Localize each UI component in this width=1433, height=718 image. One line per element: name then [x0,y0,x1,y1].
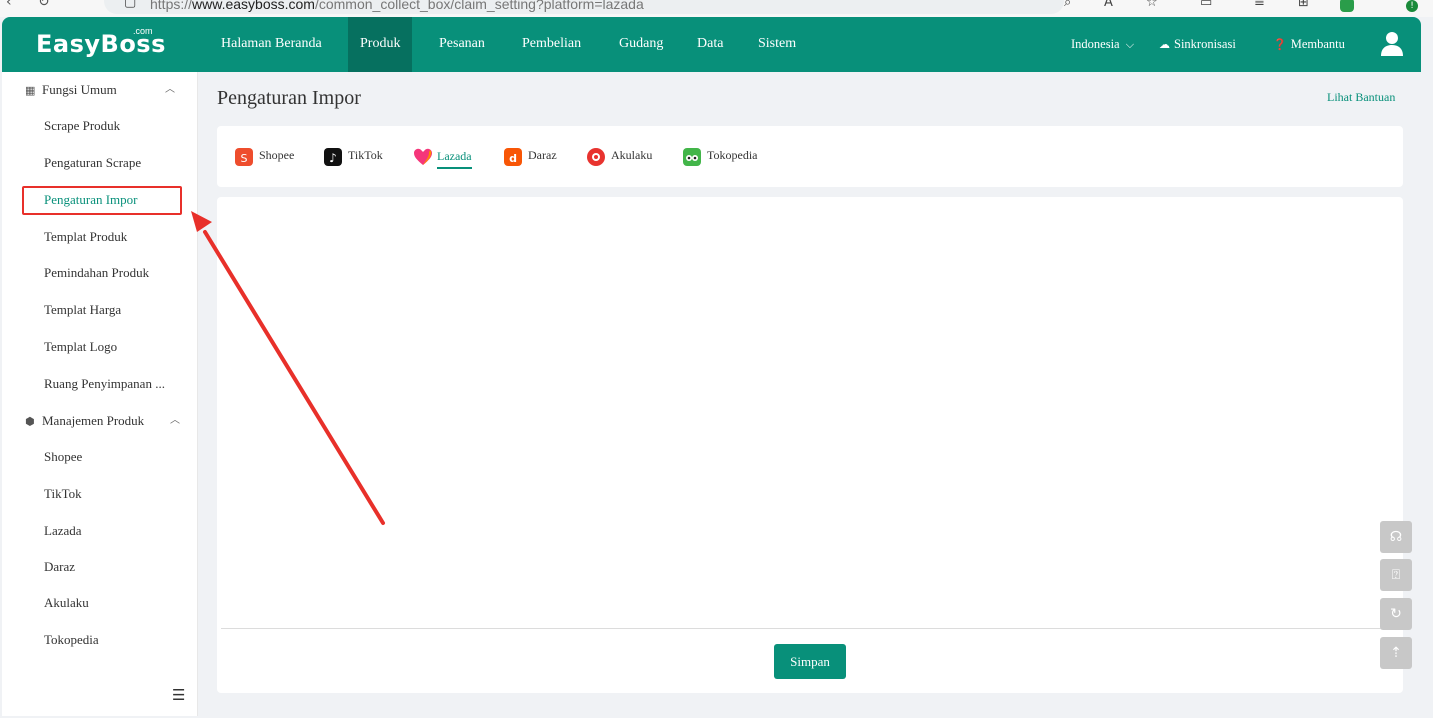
nav-data[interactable]: Data [685,17,735,72]
split-screen-icon[interactable]: ▭ [1200,0,1212,10]
tab-tokopedia[interactable]: Tokopedia [683,126,757,187]
extension-icon[interactable] [1340,0,1354,12]
sidebar-item-tiktok[interactable]: TikTok [44,476,82,512]
lazada-icon [413,148,432,166]
headset-icon[interactable]: ☊ [1380,521,1412,553]
back-to-top-icon[interactable]: ⇡ [1380,637,1412,669]
sidebar-item-pemindahan-produk[interactable]: Pemindahan Produk [44,255,149,291]
help-button[interactable]: ❓ Membantu [1273,17,1345,72]
zoom-icon[interactable]: ⌕ [1064,0,1071,10]
url-text[interactable]: https://www.easyboss.com/common_collect_… [150,0,644,12]
sidebar-item-templat-produk[interactable]: Templat Produk [44,219,127,255]
annotation-highlight-box [22,186,182,215]
sidebar-item-tokopedia[interactable]: Tokopedia [44,622,99,658]
chevron-up-icon: ︿ [170,415,180,426]
help-link[interactable]: Lihat Bantuan [1327,90,1395,105]
tab-label: Shopee [259,148,295,162]
tab-daraz[interactable]: d Daraz [504,126,557,187]
nav-home[interactable]: Halaman Beranda [209,17,334,72]
sidebar-item-lazada[interactable]: Lazada [44,513,82,549]
sidebar-item-scrape-produk[interactable]: Scrape Produk [44,108,120,144]
collections-icon[interactable]: ⊞ [1298,0,1309,10]
tab-label: TikTok [348,148,383,162]
favorites-list-icon[interactable]: ≡ [1254,0,1265,10]
tab-label: Daraz [528,148,557,162]
reload-icon[interactable]: ↻ [38,0,50,10]
sidebar-item-akulaku[interactable]: Akulaku [44,585,89,621]
tab-shopee[interactable]: S Shopee [235,126,294,187]
sync-label: Sinkronisasi [1174,37,1236,51]
tab-label: Lazada [437,149,472,169]
nav-sistem[interactable]: Sistem [746,17,808,72]
chevron-up-icon: ︿ [165,84,175,95]
feedback-icon[interactable]: ⍰ [1380,559,1412,591]
tab-tiktok[interactable]: ♪ TikTok [324,126,383,187]
sidebar-group-label: Fungsi Umum [42,82,117,97]
help-label: Membantu [1290,37,1345,51]
sync-button[interactable]: ☁ Sinkronisasi [1159,17,1236,72]
grid-icon: ▦ [25,84,36,97]
settings-content: Simpan [217,197,1403,693]
sidebar-item-shopee[interactable]: Shopee [44,439,82,475]
sidebar-item-daraz[interactable]: Daraz [44,549,75,585]
sidebar-item-templat-logo[interactable]: Templat Logo [44,329,117,365]
daraz-icon: d [504,147,522,166]
nav-produk[interactable]: Produk [348,17,413,72]
page-title: Pengaturan Impor [217,87,361,109]
region-selector[interactable]: Indonesia ⌵ [1071,17,1138,72]
tab-label: Tokopedia [707,148,758,162]
tab-lazada[interactable]: Lazada [413,126,472,187]
user-icon[interactable] [1380,31,1404,57]
read-aloud-icon[interactable]: A [1104,0,1113,10]
save-button[interactable]: Simpan [774,644,846,679]
extension-badge-icon[interactable]: ! [1406,0,1418,12]
svg-text:d: d [509,152,517,165]
sidebar-item-pengaturan-scrape[interactable]: Pengaturan Scrape [44,145,141,181]
tokopedia-icon [683,147,701,166]
cloud-upload-icon: ☁ [1159,38,1170,51]
logo-suffix: .com [133,26,153,36]
sidebar-group-fungsi-umum[interactable]: ▦ Fungsi Umum ︿ [2,72,198,108]
svg-text:♪: ♪ [329,151,337,165]
platform-tabs: S Shopee ♪ TikTok Lazada d Daraz Akulaku… [217,126,1403,187]
sidebar-item-ruang-penyimpanan[interactable]: Ruang Penyimpanan ... [44,366,165,402]
region-label: Indonesia [1071,37,1120,51]
sidebar: ▦ Fungsi Umum ︿ Scrape Produk Pengaturan … [2,72,198,716]
tiktok-icon: ♪ [324,147,342,166]
sidebar-group-manajemen-produk[interactable]: ⬢ Manajemen Produk ︿ [2,403,198,439]
browser-toolbar: ‹ ↻ ▢ https://www.easyboss.com/common_co… [0,0,1433,17]
tab-label: Akulaku [611,148,653,162]
page-info-icon[interactable]: ▢ [124,0,136,10]
shopee-icon: S [235,147,253,166]
cube-icon: ⬢ [25,415,35,428]
nav-pembelian[interactable]: Pembelian [510,17,593,72]
chevron-down-icon: ⌵ [1125,38,1135,51]
nav-pesanan[interactable]: Pesanan [427,17,497,72]
sidebar-group-label: Manajemen Produk [42,413,145,428]
sidebar-item-templat-harga[interactable]: Templat Harga [44,292,121,328]
svg-text:S: S [241,152,248,165]
question-circle-icon: ❓ [1273,38,1287,51]
top-navigation: EasyBoss .com Halaman Beranda Produk Pes… [2,17,1421,72]
refresh-icon[interactable]: ↻ [1380,598,1412,630]
akulaku-icon [587,147,605,166]
tab-akulaku[interactable]: Akulaku [587,126,652,187]
back-icon[interactable]: ‹ [6,0,12,10]
nav-gudang[interactable]: Gudang [607,17,675,72]
app-window: EasyBoss .com Halaman Beranda Produk Pes… [2,17,1421,716]
favorite-icon[interactable]: ☆ [1146,0,1158,10]
menu-collapse-icon[interactable]: ☰ [172,686,185,704]
footer-divider [221,628,1399,629]
